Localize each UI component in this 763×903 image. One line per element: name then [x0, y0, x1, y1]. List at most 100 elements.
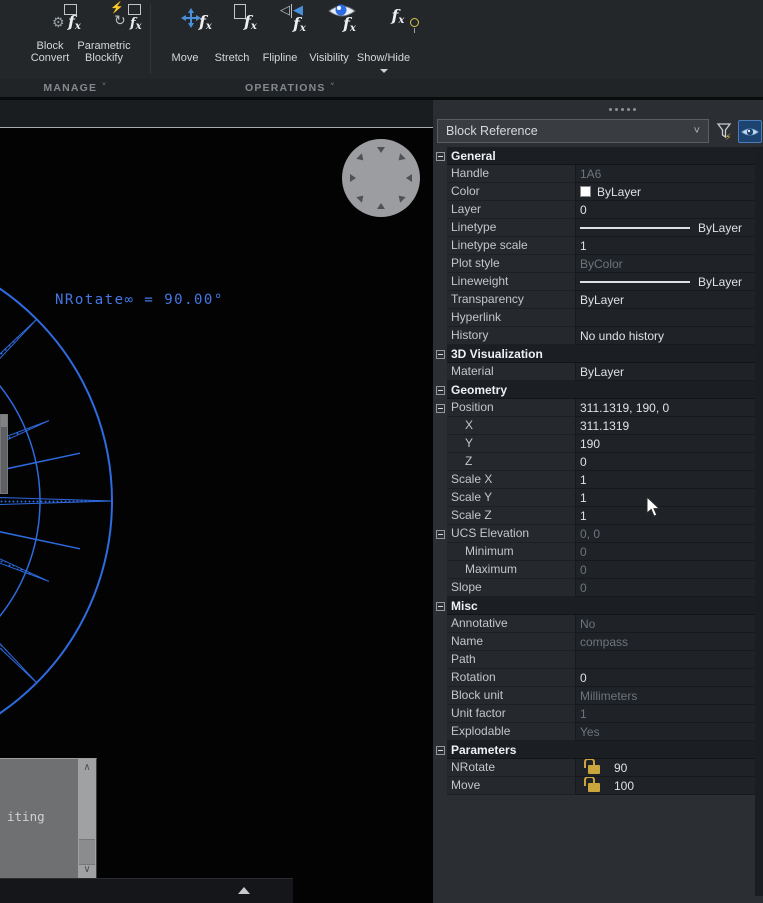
property-value[interactable]: 1A6: [576, 165, 755, 183]
collapse-icon[interactable]: [436, 404, 445, 413]
property-value[interactable]: [576, 651, 755, 669]
property-row-linetype-scale[interactable]: Linetype scale1: [433, 237, 755, 255]
property-row-rotation[interactable]: Rotation0: [433, 669, 755, 687]
property-row-linetype[interactable]: LinetypeByLayer: [433, 219, 755, 237]
property-row-block-unit[interactable]: Block unitMillimeters: [433, 687, 755, 705]
property-row-slope[interactable]: Slope0: [433, 579, 755, 597]
property-row-explodable[interactable]: ExplodableYes: [433, 723, 755, 741]
property-value[interactable]: Yes: [576, 723, 755, 741]
move-button[interactable]: fx Move: [162, 2, 208, 76]
property-row-ucs-elevation[interactable]: UCS Elevation0, 0: [433, 525, 755, 543]
collapse-icon[interactable]: [436, 746, 445, 755]
property-row-transparency[interactable]: TransparencyByLayer: [433, 291, 755, 309]
property-value[interactable]: No undo history: [576, 327, 755, 345]
collapse-icon[interactable]: [436, 386, 445, 395]
parametric-blockify-button[interactable]: ⚡ ↻ fx Parametric Blockify: [74, 2, 134, 76]
property-value[interactable]: 0: [576, 543, 755, 561]
property-value[interactable]: ByLayer: [576, 363, 755, 381]
property-row-hyperlink[interactable]: Hyperlink: [433, 309, 755, 327]
property-value[interactable]: 100: [576, 777, 755, 795]
property-row-plot-style[interactable]: Plot styleByColor: [433, 255, 755, 273]
block-convert-button[interactable]: ⚙ fx Block Convert: [26, 2, 74, 76]
property-row-y[interactable]: Y190: [433, 435, 755, 453]
section-header-3d-visualization[interactable]: 3D Visualization: [433, 345, 755, 363]
property-value[interactable]: 1: [576, 507, 755, 525]
property-row-position[interactable]: Position311.1319, 190, 0: [433, 399, 755, 417]
property-value[interactable]: 0: [576, 201, 755, 219]
property-value[interactable]: 1: [576, 471, 755, 489]
property-row-annotative[interactable]: AnnotativeNo: [433, 615, 755, 633]
property-value[interactable]: ByLayer: [576, 219, 755, 237]
section-header-misc[interactable]: Misc: [433, 597, 755, 615]
visibility-button[interactable]: fx Visibility: [303, 2, 355, 76]
text-window-scrollbar[interactable]: ∧ ∨: [78, 759, 96, 878]
property-row-z[interactable]: Z0: [433, 453, 755, 471]
property-row-history[interactable]: HistoryNo undo history: [433, 327, 755, 345]
property-value[interactable]: 1: [576, 705, 755, 723]
stretch-button[interactable]: fx Stretch: [207, 2, 257, 76]
property-row-maximum[interactable]: Maximum0: [433, 561, 755, 579]
toggle-value-button[interactable]: [738, 120, 762, 143]
command-bar-edge[interactable]: [0, 878, 293, 903]
section-header-general[interactable]: General: [433, 147, 755, 165]
property-row-lineweight[interactable]: LineweightByLayer: [433, 273, 755, 291]
collapse-icon[interactable]: [436, 350, 445, 359]
property-value[interactable]: No: [576, 615, 755, 633]
property-value[interactable]: 0: [576, 453, 755, 471]
button-label: Blockify: [85, 52, 123, 64]
property-row-x[interactable]: X311.1319: [433, 417, 755, 435]
property-row-scale-x[interactable]: Scale X1: [433, 471, 755, 489]
filter-selection-button[interactable]: ⚡: [713, 120, 735, 143]
scroll-up-icon[interactable]: ∧: [78, 759, 96, 776]
color-swatch[interactable]: [580, 186, 591, 197]
docked-palette-edge[interactable]: [0, 414, 8, 494]
property-row-unit-factor[interactable]: Unit factor1: [433, 705, 755, 723]
show-hide-button[interactable]: fx Show/Hide: [355, 2, 412, 76]
drawing-canvas[interactable]: NRotate∞ = 90.00° iting ∧ ∨: [0, 127, 433, 903]
property-value[interactable]: 190: [576, 435, 755, 453]
flipline-button[interactable]: ◁ ◀ fx Flipline: [256, 2, 304, 76]
show-hide-dropdown-arrow[interactable]: [380, 69, 388, 73]
property-row-material[interactable]: MaterialByLayer: [433, 363, 755, 381]
property-value[interactable]: 1: [576, 237, 755, 255]
property-value[interactable]: 90: [576, 759, 755, 777]
command-text-window[interactable]: iting ∧ ∨: [0, 758, 97, 878]
property-row-scale-z[interactable]: Scale Z1: [433, 507, 755, 525]
object-type-dropdown[interactable]: Block Reference ˅: [437, 119, 709, 143]
property-row-path[interactable]: Path: [433, 651, 755, 669]
property-row-move[interactable]: Move100: [433, 777, 755, 795]
property-value[interactable]: ByLayer: [576, 183, 755, 201]
property-value[interactable]: 311.1319: [576, 417, 755, 435]
property-value[interactable]: 0, 0: [576, 525, 755, 543]
group-manage[interactable]: MANAGE ˅: [30, 82, 120, 94]
palette-grip[interactable]: [609, 108, 636, 111]
property-value[interactable]: 0: [576, 669, 755, 687]
navigation-wheel-icon[interactable]: [341, 138, 421, 218]
property-value[interactable]: [576, 309, 755, 327]
expand-up-icon[interactable]: [238, 887, 250, 894]
section-header-parameters[interactable]: Parameters: [433, 741, 755, 759]
collapse-icon[interactable]: [436, 152, 445, 161]
property-row-nrotate[interactable]: NRotate90: [433, 759, 755, 777]
property-value[interactable]: ByColor: [576, 255, 755, 273]
property-value[interactable]: ByLayer: [576, 273, 755, 291]
property-row-color[interactable]: ColorByLayer: [433, 183, 755, 201]
property-row-layer[interactable]: Layer0: [433, 201, 755, 219]
property-row-scale-y[interactable]: Scale Y1: [433, 489, 755, 507]
property-row-minimum[interactable]: Minimum0: [433, 543, 755, 561]
section-header-geometry[interactable]: Geometry: [433, 381, 755, 399]
property-value[interactable]: 311.1319, 190, 0: [576, 399, 755, 417]
property-row-name[interactable]: Namecompass: [433, 633, 755, 651]
collapse-icon[interactable]: [436, 602, 445, 611]
property-value[interactable]: 1: [576, 489, 755, 507]
collapse-icon[interactable]: [436, 530, 445, 539]
property-value[interactable]: 0: [576, 561, 755, 579]
group-operations[interactable]: OPERATIONS ˅: [228, 82, 352, 94]
property-value[interactable]: ByLayer: [576, 291, 755, 309]
property-value[interactable]: Millimeters: [576, 687, 755, 705]
property-value[interactable]: compass: [576, 633, 755, 651]
palette-scrollbar[interactable]: [755, 147, 763, 896]
property-value[interactable]: 0: [576, 579, 755, 597]
scroll-down-icon[interactable]: ∨: [78, 861, 96, 878]
property-row-handle[interactable]: Handle1A6: [433, 165, 755, 183]
